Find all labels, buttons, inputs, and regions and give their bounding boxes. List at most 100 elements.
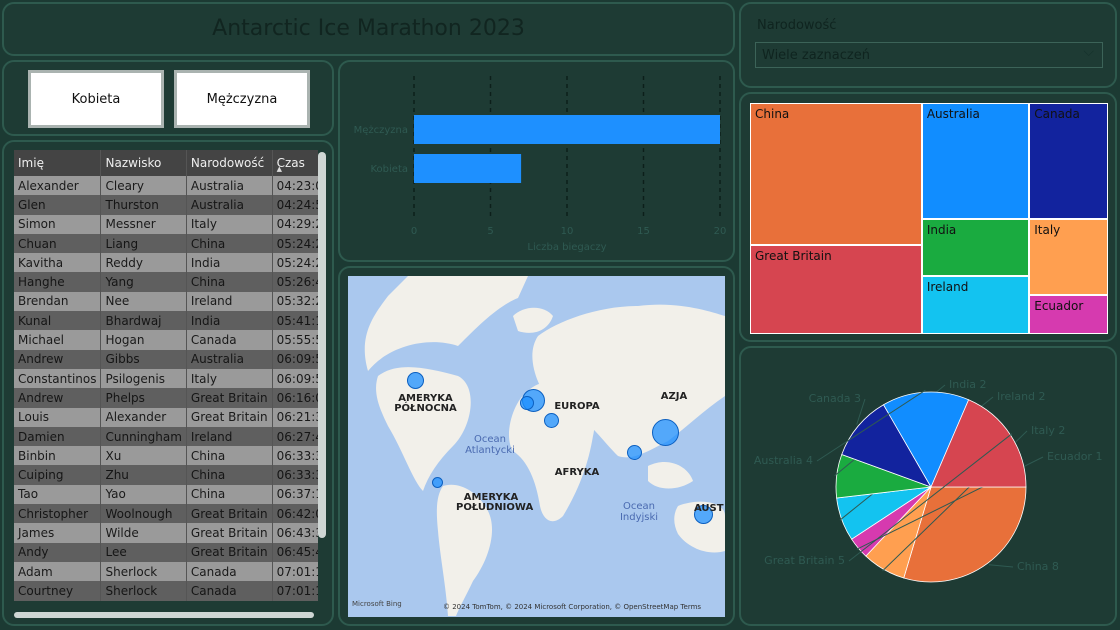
table-row[interactable]: KunalBhardwajIndia05:41:12 [14,311,318,331]
gender-bar-chart-panel: 0 5 10 15 20 Mężczyzna Kobieta Liczba biegaczy [338,60,735,262]
cell-nationality: Great Britain [186,523,273,543]
runners-table: Imię Nazwisko Narodowość Czas ▲ Alexander… [14,150,318,601]
cell-nationality: China [186,272,273,292]
table-row[interactable]: AndrewGibbsAustralia06:09:51 [14,349,318,369]
cell-nationality: Australia [186,176,273,196]
cell-last-name: Zhu [100,465,187,485]
map-bubble-china[interactable] [652,419,679,446]
world-map[interactable]: AMERYKA PÓŁNOCNA EUROPA AZJA AFRYKA AMER… [348,276,725,617]
table-row[interactable]: DamienCunninghamIreland06:27:40 [14,426,318,447]
cell-first-name: Chuan [14,233,102,254]
table-row[interactable]: AdamSherlockCanada07:01:14 [14,561,318,582]
table-row[interactable]: BrendanNeeIreland05:32:29 [14,291,318,312]
map-panel: AMERYKA PÓŁNOCNA EUROPA AZJA AFRYKA AMER… [338,266,735,626]
treemap-cell-ireland[interactable]: Ireland [921,276,1030,334]
table-row[interactable]: KavithaReddyIndia05:24:29 [14,253,318,273]
bar-kobieta[interactable] [414,154,522,183]
treemap-cell-china[interactable]: China [750,103,922,246]
map-bubble-ecuador[interactable] [432,477,443,488]
table-row[interactable]: HangheYangChina05:26:45 [14,272,318,292]
treemap-cell-ecuador[interactable]: Ecuador [1029,294,1108,334]
cell-nationality: India [186,311,273,331]
x-tick-label: 5 [487,226,493,237]
table-row[interactable]: CuipingZhuChina06:33:31 [14,465,318,485]
treemap-cell-great-britain[interactable]: Great Britain [750,245,922,334]
vertical-scrollbar[interactable] [318,152,326,538]
cell-time: 07:01:14 [272,581,318,601]
cell-nationality: India [186,253,273,273]
cell-first-name: Brendan [14,291,102,312]
y-category-label: Mężczyzna [354,125,408,136]
cell-last-name: Sherlock [100,581,187,601]
cell-nationality: Italy [186,368,273,389]
cell-nationality: Australia [186,195,273,215]
gender-slicer-panel: Kobieta Mężczyzna [2,60,334,136]
cell-first-name: Andy [14,542,102,562]
horizontal-scrollbar[interactable] [14,612,314,618]
cell-last-name: Alexander [100,407,187,427]
table-row[interactable]: AndyLeeGreat Britain06:45:45 [14,542,318,562]
cell-nationality: China [186,484,273,505]
title-panel: Antarctic Ice Marathon 2023 [2,2,735,56]
table-row[interactable]: AndrewPhelpsGreat Britain06:16:07 [14,388,318,408]
table-row[interactable]: LouisAlexanderGreat Britain06:21:34 [14,407,318,427]
cell-last-name: Sherlock [100,561,187,582]
pie-data-label: Ecuador 1 [1047,450,1102,463]
cell-nationality: Ireland [186,426,273,447]
nationality-dropdown[interactable]: Wiele zaznaczeń ⌵ [755,42,1103,68]
table-row[interactable]: JamesWildeGreat Britain06:43:30 [14,523,318,543]
cell-nationality: Ireland [186,291,273,312]
cell-first-name: Louis [14,407,102,427]
table-row[interactable]: ChristopherWoolnoughGreat Britain06:42:0… [14,504,318,524]
map-bubble-ireland[interactable] [520,396,534,410]
map-credits[interactable]: © 2024 TomTom, © 2024 Microsoft Corporat… [443,603,701,611]
cell-time: 05:32:29 [272,291,318,312]
map-label-south-america: AMERYKA POŁUDNIOWA [456,492,534,513]
cell-time: 06:45:45 [272,542,318,562]
bar-mezczyzna[interactable] [414,115,720,144]
cell-time: 04:24:56 [272,195,318,215]
cell-last-name: Wilde [100,523,187,543]
table-row[interactable]: SimonMessnerItaly04:29:22 [14,214,318,234]
cell-time: 06:09:51 [272,349,318,369]
kobieta-button[interactable]: Kobieta [28,70,164,128]
x-tick-label: 10 [561,226,574,237]
table-row[interactable]: ChuanLiangChina05:24:23 [14,233,318,254]
col-header-last-name[interactable]: Nazwisko [100,150,187,176]
cell-last-name: Nee [100,291,187,312]
table-row[interactable]: CourtneySherlockCanada07:01:14 [14,581,318,601]
cell-last-name: Xu [100,446,187,466]
pie-data-label: Australia 4 [754,454,813,467]
table-row[interactable]: TaoYaoChina06:37:16 [14,484,318,505]
table-row[interactable]: GlenThurstonAustralia04:24:56 [14,195,318,215]
cell-time: 04:23:05 [272,176,318,196]
treemap-cell-india[interactable]: India [921,218,1030,277]
col-header-first-name[interactable]: Imię [14,150,102,176]
cell-time: 06:09:51 [272,368,318,389]
cell-time: 05:41:12 [272,311,318,331]
col-header-nationality[interactable]: Narodowość [186,150,273,176]
continents-layer [364,276,725,616]
table-row[interactable]: BinbinXuChina06:33:30 [14,446,318,466]
cell-time: 05:26:45 [272,272,318,292]
cell-time: 06:42:02 [272,504,318,524]
cell-time: 05:24:23 [272,233,318,254]
mezczyzna-button[interactable]: Mężczyzna [174,70,310,128]
table-row[interactable]: AlexanderClearyAustralia04:23:05 [14,176,318,196]
table-row[interactable]: MichaelHoganCanada05:55:57 [14,330,318,350]
x-tick-label: 20 [714,226,727,237]
table-row[interactable]: ConstantinosPsilogenisItaly06:09:51 [14,368,318,389]
cell-nationality: Great Britain [186,542,273,562]
treemap-cell-italy[interactable]: Italy [1029,218,1108,295]
cell-first-name: Tao [14,484,102,505]
pie-data-label: China 8 [1017,560,1059,573]
chevron-down-icon: ⌵ [1083,44,1094,60]
map-bubble-italy[interactable] [544,413,559,428]
cell-first-name: James [14,523,102,543]
map-bubble-india[interactable] [627,445,642,460]
cell-nationality: China [186,446,273,466]
col-header-time[interactable]: Czas ▲ [272,150,318,176]
map-bubble-canada[interactable] [407,372,424,389]
treemap-cell-australia[interactable]: Australia [921,103,1030,219]
treemap-cell-canada[interactable]: Canada [1029,103,1108,219]
